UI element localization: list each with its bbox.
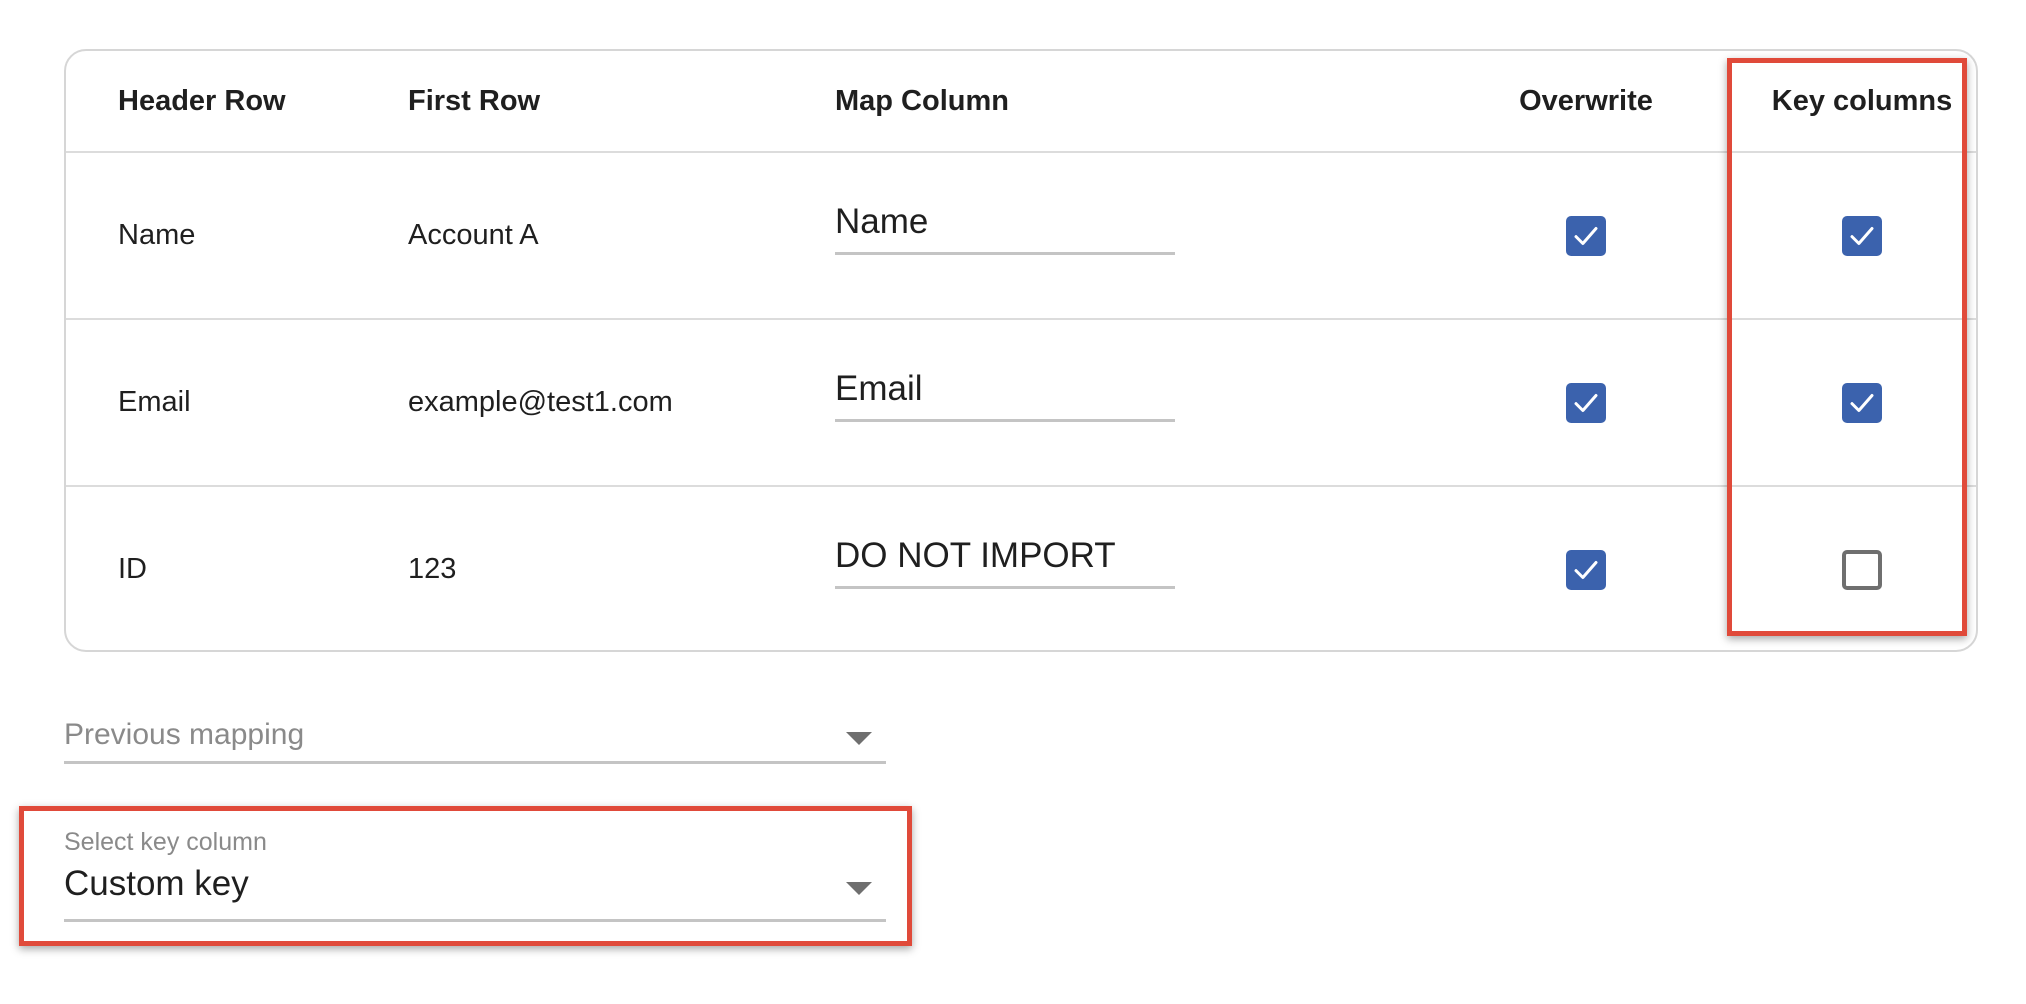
overwrite-checkbox[interactable]	[1566, 215, 1606, 256]
table-row: Name Account A Name	[66, 153, 1976, 320]
mapping-table: Header Row First Row Map Column Overwrit…	[64, 49, 1978, 652]
checkmark-icon	[1850, 393, 1874, 412]
select-key-column-value: Custom key	[64, 864, 249, 903]
header-row-cell: Email	[118, 386, 191, 418]
key-column-checkbox[interactable]	[1842, 549, 1882, 590]
header-row-column-header: Header Row	[118, 84, 286, 117]
map-column-input[interactable]: DO NOT IMPORT	[835, 536, 1175, 589]
first-row-cell: Account A	[408, 219, 539, 251]
previous-mapping-select[interactable]: Previous mapping	[64, 710, 886, 764]
overwrite-checkbox[interactable]	[1566, 549, 1606, 590]
first-row-cell: 123	[408, 553, 457, 585]
overwrite-checkbox[interactable]	[1566, 382, 1606, 423]
table-header-row: Header Row First Row Map Column Overwrit…	[66, 51, 1976, 153]
key-columns-column-header: Key columns	[1771, 84, 1953, 117]
header-row-cell: ID	[118, 553, 147, 585]
map-column-column-header: Map Column	[835, 84, 1009, 117]
table-row: Email example@test1.com Email	[66, 320, 1976, 487]
first-row-column-header: First Row	[408, 84, 541, 117]
select-key-column-select[interactable]: Select key column Custom key	[64, 822, 886, 922]
overwrite-column-header: Overwrite	[1519, 84, 1653, 117]
chevron-down-icon	[846, 882, 872, 895]
table-row: ID 123 DO NOT IMPORT	[66, 487, 1976, 650]
checkmark-icon	[1574, 393, 1598, 412]
select-key-column-label: Select key column	[64, 828, 267, 856]
checkmark-icon	[1574, 226, 1598, 245]
key-column-checkbox[interactable]	[1842, 215, 1882, 256]
chevron-down-icon	[846, 732, 872, 745]
first-row-cell: example@test1.com	[408, 386, 673, 418]
map-column-input[interactable]: Name	[835, 202, 1175, 255]
map-column-input[interactable]: Email	[835, 369, 1175, 422]
column-mapping-page: Header Row First Row Map Column Overwrit…	[0, 0, 2026, 1004]
previous-mapping-placeholder: Previous mapping	[64, 718, 305, 751]
checkmark-icon	[1850, 226, 1874, 245]
header-row-cell: Name	[118, 219, 196, 251]
checkmark-icon	[1574, 560, 1598, 579]
key-column-checkbox[interactable]	[1842, 382, 1882, 423]
